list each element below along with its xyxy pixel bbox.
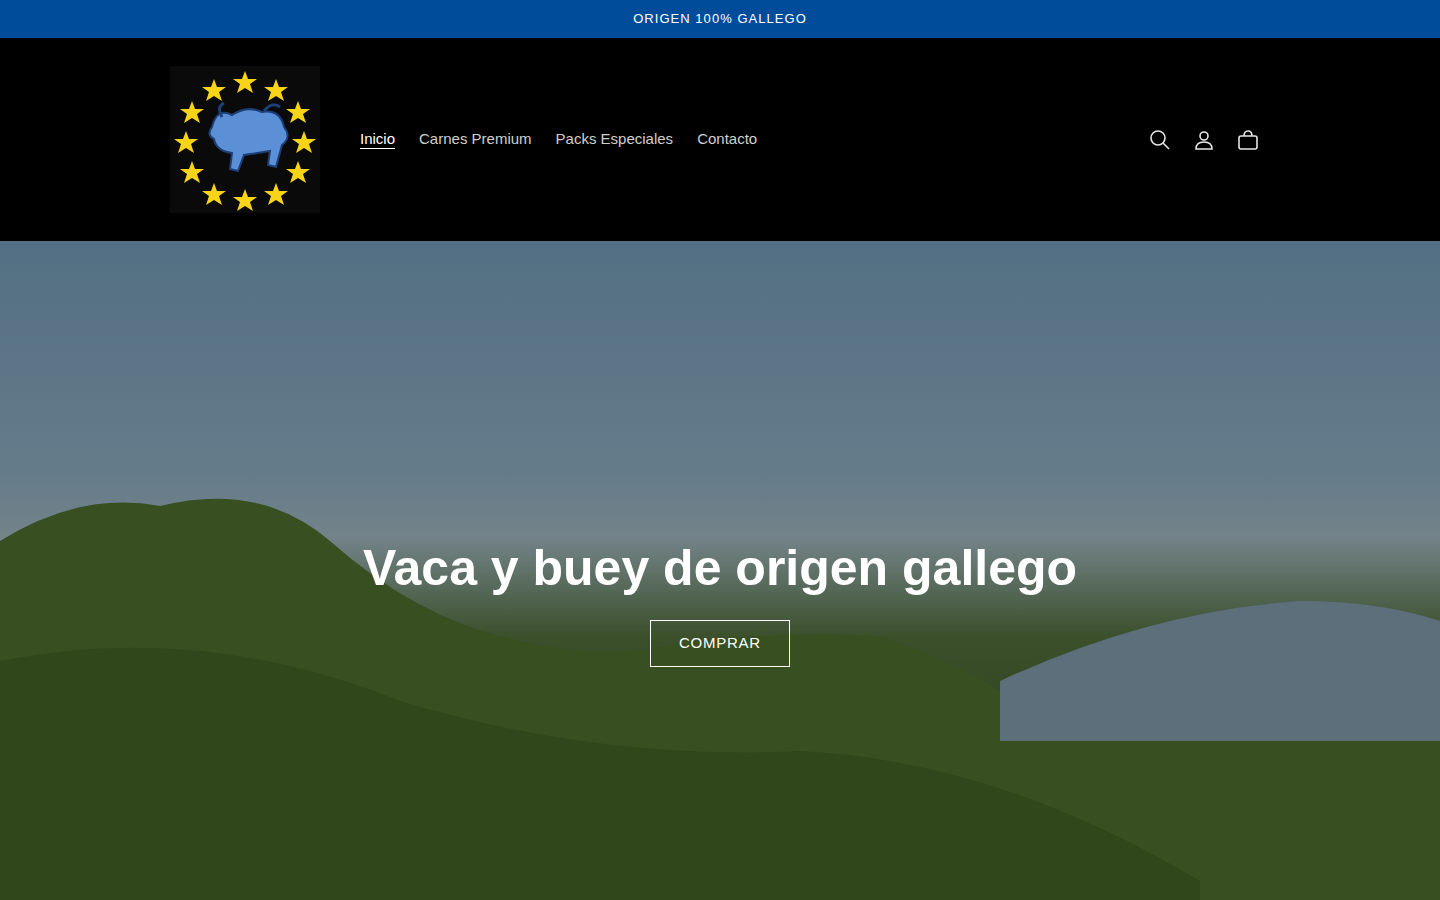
account-icon[interactable] bbox=[1182, 118, 1226, 162]
announcement-bar: ORIGEN 100% GALLEGO bbox=[0, 0, 1440, 38]
site-header: Inicio Carnes Premium Packs Especiales Cont… bbox=[0, 38, 1440, 241]
nav-link[interactable]: Inicio bbox=[360, 120, 395, 159]
main-nav: Inicio Carnes Premium Packs Especiales Cont… bbox=[360, 120, 757, 159]
nav-link[interactable]: Contacto bbox=[697, 120, 757, 159]
hero-heading: Vaca y buey de origen gallego bbox=[363, 538, 1077, 598]
search-icon[interactable] bbox=[1138, 118, 1182, 162]
announcement-text: ORIGEN 100% GALLEGO bbox=[633, 9, 807, 29]
cart-icon[interactable] bbox=[1226, 118, 1270, 162]
shop-button[interactable]: COMPRAR bbox=[650, 620, 790, 667]
logo-icon[interactable] bbox=[170, 66, 320, 213]
hero-banner: Vaca y buey de origen gallego COMPRAR bbox=[0, 241, 1440, 900]
nav-link[interactable]: Packs Especiales bbox=[556, 120, 674, 159]
nav-link[interactable]: Carnes Premium bbox=[419, 120, 532, 159]
